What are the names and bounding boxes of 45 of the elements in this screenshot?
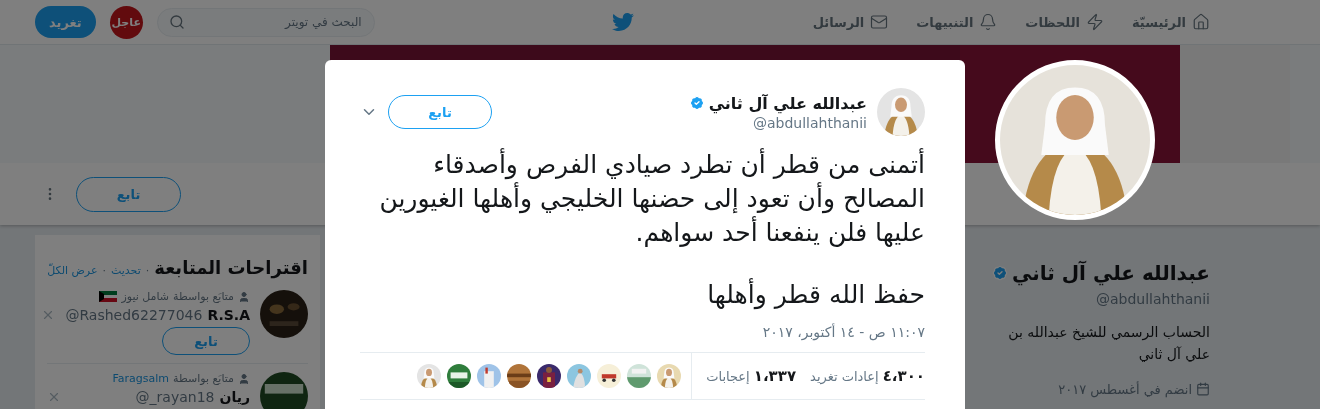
follow-button[interactable]: تابع: [76, 176, 181, 212]
stat-count: ١،٣٣٧: [753, 367, 797, 385]
stat-label[interactable]: إعجابات: [706, 368, 750, 384]
profile-handle: @abdullahthanii: [1094, 291, 1210, 307]
profile-name: عبدالله علي آل ثاني: [1012, 261, 1210, 285]
stat-count: ٤،٣٠٠: [882, 367, 925, 385]
nav-tab[interactable]: الرئيسيّة: [1131, 13, 1210, 31]
user-handle: @_rayan18: [135, 389, 215, 405]
bolt-icon: [1085, 13, 1104, 31]
nav-tab[interactable]: اللحظات: [1025, 13, 1104, 31]
calendar-icon: [1196, 382, 1210, 397]
flag-icon: [99, 291, 118, 302]
follow-button[interactable]: تابع: [162, 327, 250, 355]
bird-icon[interactable]: [611, 11, 634, 33]
search-icon: [168, 13, 185, 30]
card-title: اقتراحات المتابعة: [154, 257, 308, 278]
nav-tab[interactable]: التنبيهات: [916, 13, 998, 31]
nav-tab[interactable]: الرسائل: [812, 13, 889, 31]
card-link[interactable]: عرض الكلّ: [47, 264, 98, 277]
user-name[interactable]: ريان: [219, 389, 250, 405]
stat-label[interactable]: إعادات تغريد: [810, 368, 879, 384]
profile-bio: الحساب الرسمي للشيخ عبدالله بن علي آل ثاني: [1007, 323, 1210, 365]
separator: ·: [145, 264, 150, 277]
home-icon: [1192, 13, 1210, 31]
tweet-text: أتمنى من قطر أن تطرد صيادي الفرص وأصدقاء المصالح وأن تعود إلى حضنها الخليجي وأهلها الغيورين عليها فلن ينفعنا أحد سواهم.: [378, 148, 925, 249]
user-icon: [238, 290, 250, 303]
search-field[interactable]: البحث في تويتر: [156, 7, 375, 37]
mail-icon: [870, 13, 889, 31]
verified-icon: [992, 265, 1009, 281]
tweet-time: ١١:٠٧ ص - ١٤ أكتوبر، ٢٠١٧: [761, 324, 925, 340]
tweet-text: حفظ الله قطر وأهلها: [706, 278, 925, 312]
followed-by-name: شامل نيوز: [121, 290, 170, 303]
user-icon: [238, 372, 250, 385]
tweet-button[interactable]: تغريد: [35, 6, 96, 38]
join-date: انضم في أغسطس ٢٠١٧: [1058, 381, 1192, 397]
breaking-badge[interactable]: عاجل: [109, 5, 143, 39]
bell-icon: [979, 13, 998, 31]
user-handle: @Rashed62277046: [65, 307, 203, 323]
card-link[interactable]: تحديث: [111, 264, 141, 277]
user-name[interactable]: R.S.A: [207, 307, 250, 323]
followed-by-label: متابَع بواسطة: [173, 372, 234, 385]
close-icon[interactable]: [47, 390, 61, 404]
separator: ·: [102, 264, 106, 277]
followed-by-label: متابَع بواسطة: [173, 290, 234, 303]
followed-by-name[interactable]: Faragsalm: [112, 372, 170, 385]
